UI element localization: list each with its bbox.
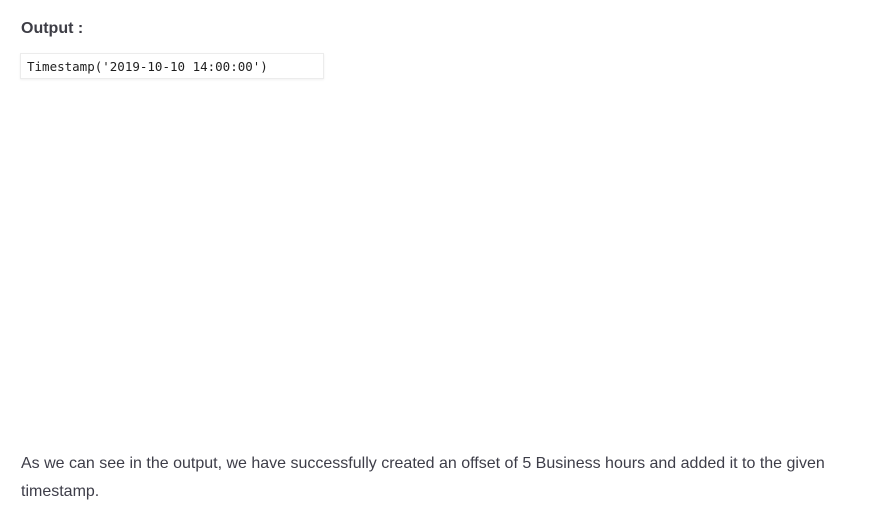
explanation-paragraph: As we can see in the output, we have suc… [21,455,825,500]
output-heading: Output : [21,20,84,37]
output-code-block: Timestamp('2019-10-10 14:00:00') [20,53,324,79]
